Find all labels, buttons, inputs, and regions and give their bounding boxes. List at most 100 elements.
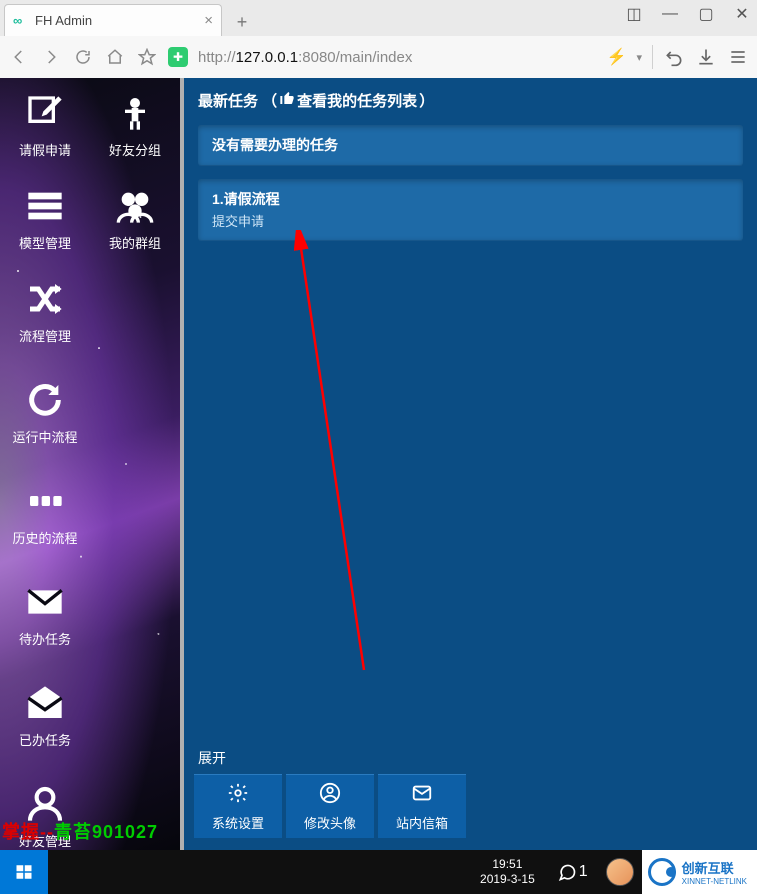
- security-shield-icon[interactable]: ✚: [168, 47, 188, 67]
- url-display[interactable]: http://127.0.0.1:8080/main/index: [198, 49, 597, 66]
- card-empty-text: 没有需要办理的任务: [212, 137, 338, 153]
- sidebar-item-list[interactable]: 模型管理: [0, 177, 90, 270]
- main-heading: 最新任务 （ 查看我的任务列表 ）: [184, 78, 757, 121]
- speed-dropdown-icon[interactable]: ▾: [636, 51, 642, 64]
- edit-icon: [24, 92, 66, 134]
- group-icon: [114, 185, 156, 227]
- sidebar-item-mail[interactable]: 待办任务: [0, 573, 90, 666]
- bottom-button-gear[interactable]: 系统设置: [194, 774, 282, 838]
- back-button[interactable]: [8, 46, 30, 68]
- bottom-button-inbox[interactable]: 站内信箱: [378, 774, 466, 838]
- bottom-button-avatar[interactable]: 修改头像: [286, 774, 374, 838]
- sidebar-item-label: 运行中流程: [12, 427, 77, 446]
- browser-tab[interactable]: ∞ FH Admin ×: [4, 4, 222, 36]
- sidebar-item-label: 我的群组: [109, 233, 161, 252]
- heading-link[interactable]: 查看我的任务列表: [297, 90, 417, 111]
- separator: [652, 45, 653, 69]
- task-card-empty[interactable]: 没有需要办理的任务: [198, 125, 743, 165]
- sidebar-item-refresh[interactable]: 运行中流程: [0, 371, 90, 464]
- taskbar: 19:51 2019-3-15 1 创新互联 XINNET-NETLINK: [0, 850, 757, 894]
- sidebar-item-shuffle[interactable]: 流程管理: [0, 270, 90, 363]
- sidebar-item-dots[interactable]: 历史的流程: [0, 472, 90, 565]
- card-subtitle: 提交申请: [212, 211, 729, 230]
- system-tray: 19:51 2019-3-15 1 创新互联 XINNET-NETLINK: [468, 850, 757, 894]
- url-proto: http://: [198, 49, 236, 66]
- inbox-icon: [411, 782, 433, 807]
- sidebar-item-mail-open[interactable]: 已办任务: [0, 674, 90, 767]
- download-button[interactable]: [695, 46, 717, 68]
- annotation-arrow: [294, 230, 414, 690]
- heading-suffix: ）: [419, 90, 434, 111]
- undo-button[interactable]: [663, 46, 685, 68]
- clock-date: 2019-3-15: [480, 872, 535, 887]
- main-spacer: [184, 250, 757, 748]
- expand-label: 展开: [198, 750, 226, 766]
- favorite-button[interactable]: [136, 46, 158, 68]
- sidebar-icon-grid: 请假申请好友分组模型管理我的群组流程管理运行中流程历史的流程待办任务已办任务好友…: [0, 78, 180, 850]
- watermark-b: 青苔901027: [54, 822, 158, 842]
- tab-favicon-icon: ∞: [13, 16, 29, 26]
- new-tab-button[interactable]: +: [228, 8, 256, 36]
- sidebar-item-label: 流程管理: [19, 326, 71, 345]
- forward-button[interactable]: [40, 46, 62, 68]
- sidebar-item-person[interactable]: 好友分组: [90, 84, 180, 177]
- watermark: 掌握--青苔901027: [2, 818, 158, 844]
- clock-time: 19:51: [480, 857, 535, 872]
- browser-chrome: ∞ FH Admin × + ◫ — ▢ ✕ ✚ http://127.0.0.…: [0, 0, 757, 78]
- window-skin-icon[interactable]: ◫: [625, 4, 643, 24]
- speed-icon[interactable]: ⚡: [607, 47, 627, 67]
- window-close-icon[interactable]: ✕: [733, 4, 751, 24]
- thumbs-up-icon: [279, 90, 295, 110]
- sidebar-item-label: 历史的流程: [12, 528, 77, 547]
- menu-button[interactable]: [727, 46, 749, 68]
- sidebar-item-label: 请假申请: [19, 140, 71, 159]
- clock[interactable]: 19:51 2019-3-15: [468, 857, 547, 887]
- brand-logo-icon: [648, 858, 676, 886]
- card-title: 1.请假流程: [212, 191, 280, 207]
- tab-bar: ∞ FH Admin × + ◫ — ▢ ✕: [0, 0, 757, 36]
- gear-icon: [227, 782, 249, 807]
- mail-open-icon: [24, 682, 66, 724]
- window-maximize-icon[interactable]: ▢: [697, 4, 715, 24]
- tab-title: FH Admin: [35, 13, 92, 28]
- home-button[interactable]: [104, 46, 126, 68]
- sidebar-item-label: 待办任务: [19, 629, 71, 648]
- refresh-icon: [24, 379, 66, 421]
- sidebar-item-label: 模型管理: [19, 233, 71, 252]
- expand-toggle[interactable]: 展开: [184, 748, 757, 774]
- bottom-button-label: 修改头像: [304, 813, 356, 832]
- url-host: 127.0.0.1: [236, 49, 299, 66]
- sidebar-item-edit[interactable]: 请假申请: [0, 84, 90, 177]
- sidebar-item-label: 好友分组: [109, 140, 161, 159]
- chat-notification[interactable]: 1: [547, 862, 598, 882]
- content-area: 请假申请好友分组模型管理我的群组流程管理运行中流程历史的流程待办任务已办任务好友…: [0, 78, 757, 850]
- url-port: :8080: [298, 49, 336, 66]
- shuffle-icon: [24, 278, 66, 320]
- window-minimize-icon[interactable]: —: [661, 5, 679, 23]
- watermark-a: 掌握--: [2, 822, 54, 842]
- task-card-1[interactable]: 1.请假流程 提交申请: [198, 179, 743, 240]
- reload-button[interactable]: [72, 46, 94, 68]
- brand-badge[interactable]: 创新互联 XINNET-NETLINK: [642, 850, 757, 894]
- bottom-button-label: 系统设置: [212, 813, 264, 832]
- tab-close-icon[interactable]: ×: [204, 12, 213, 29]
- avatar-icon: [319, 782, 341, 807]
- sidebar-item-group[interactable]: 我的群组: [90, 177, 180, 270]
- sidebar: 请假申请好友分组模型管理我的群组流程管理运行中流程历史的流程待办任务已办任务好友…: [0, 78, 180, 850]
- address-bar: ✚ http://127.0.0.1:8080/main/index ⚡ ▾: [0, 36, 757, 78]
- main-panel: 最新任务 （ 查看我的任务列表 ） 没有需要办理的任务 1.请假流程 提交申请 …: [180, 78, 757, 850]
- chat-count: 1: [579, 863, 588, 881]
- window-controls: ◫ — ▢ ✕: [625, 4, 751, 24]
- url-path: /main/index: [336, 49, 413, 66]
- list-icon: [24, 185, 66, 227]
- mail-icon: [24, 581, 66, 623]
- heading-prefix: 最新任务 （: [198, 90, 277, 111]
- start-button[interactable]: [0, 850, 48, 894]
- bottom-button-row: 系统设置 修改头像 站内信箱: [184, 774, 757, 850]
- dots-icon: [24, 480, 66, 522]
- brand-name: 创新互联: [682, 858, 747, 877]
- person-icon: [114, 92, 156, 134]
- user-avatar[interactable]: [606, 858, 634, 886]
- sidebar-item-label: 已办任务: [19, 730, 71, 749]
- bottom-button-label: 站内信箱: [396, 813, 448, 832]
